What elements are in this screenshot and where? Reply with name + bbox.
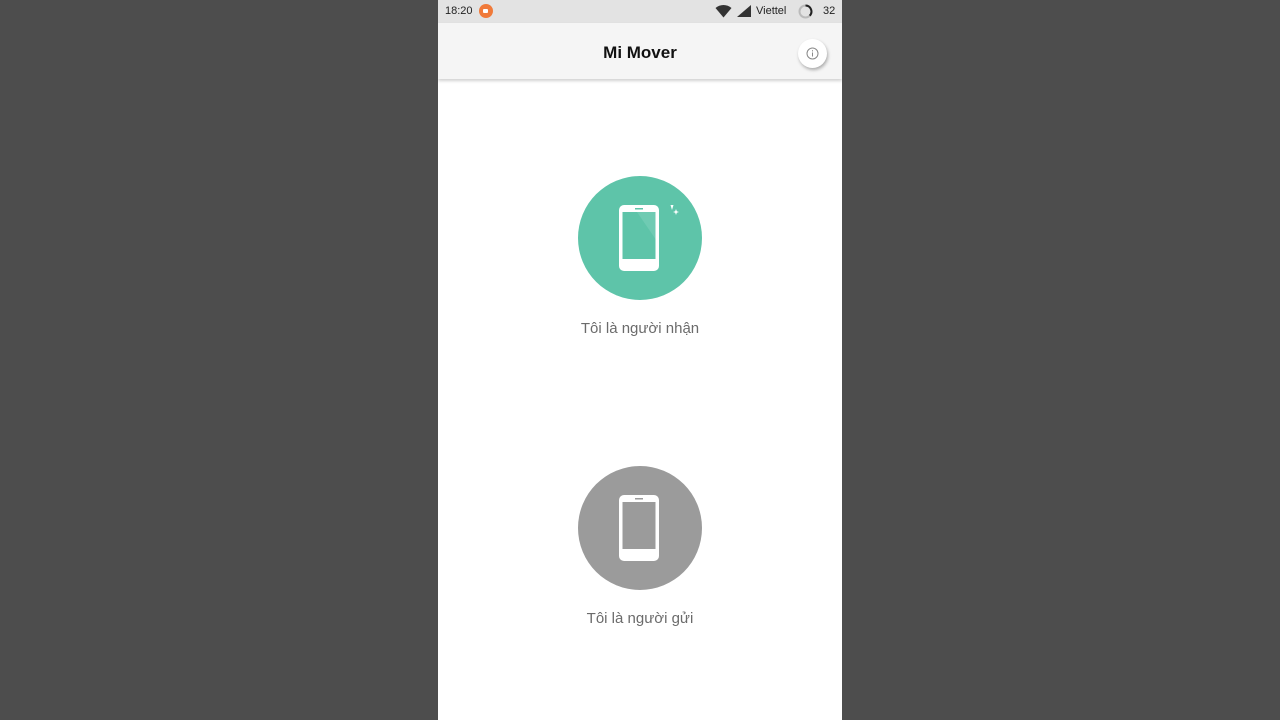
phone-icon xyxy=(619,495,659,561)
carrier-name: Viettel xyxy=(756,5,787,17)
app-bar: Mi Mover xyxy=(438,23,842,79)
status-bar: 18:20 Viettel 32 xyxy=(438,0,842,23)
receiver-label: Tôi là người nhận xyxy=(580,320,700,337)
battery-icon xyxy=(798,4,813,19)
sender-label: Tôi là người gửi xyxy=(586,610,694,627)
phone-screen: 18:20 Viettel 32 Mi Mover Tôi là người n… xyxy=(438,0,842,720)
info-button[interactable] xyxy=(798,39,827,68)
receiver-button[interactable] xyxy=(578,176,702,300)
phone-sparkle-icon xyxy=(619,205,679,271)
battery-level: 32 xyxy=(823,5,836,17)
sender-option[interactable]: Tôi là người gửi xyxy=(438,466,842,627)
status-time: 18:20 xyxy=(445,5,473,17)
signal-icon xyxy=(737,5,751,17)
page-title: Mi Mover xyxy=(603,43,677,62)
sender-button[interactable] xyxy=(578,466,702,590)
screen-record-icon xyxy=(479,4,493,18)
info-icon xyxy=(806,47,819,60)
receiver-option[interactable]: Tôi là người nhận xyxy=(438,176,842,337)
wifi-icon xyxy=(715,4,732,18)
